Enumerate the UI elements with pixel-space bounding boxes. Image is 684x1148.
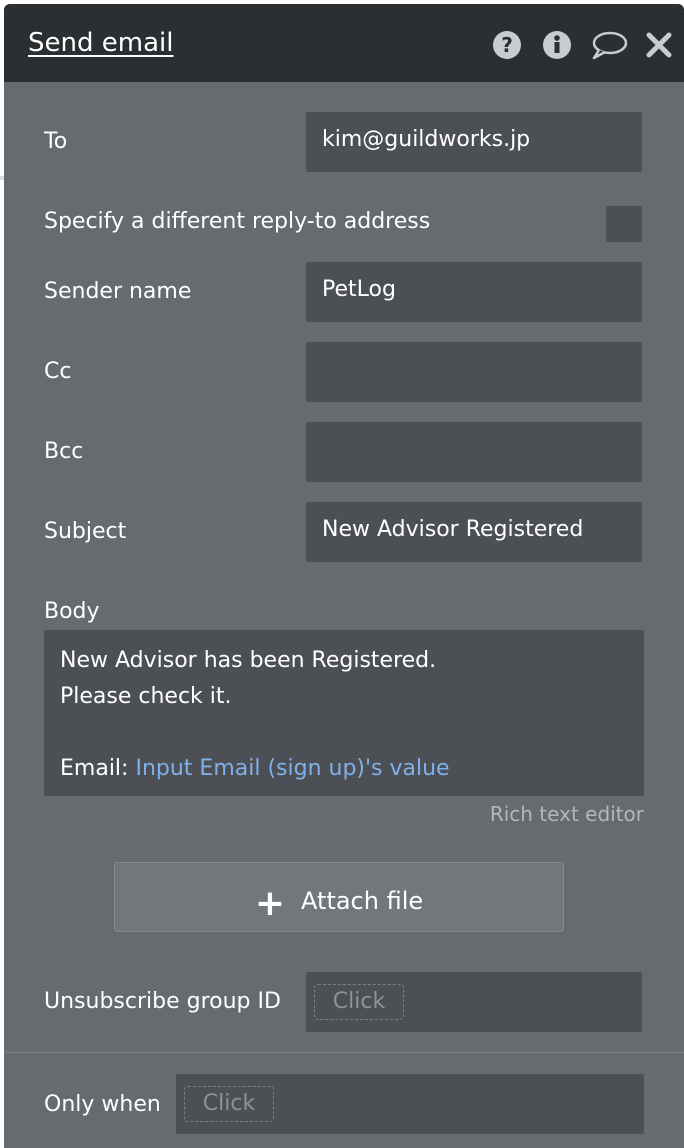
divider	[4, 1052, 684, 1053]
panel-header: Send email ?	[4, 4, 684, 82]
body-line-2: Please check it.	[60, 684, 232, 709]
sender-name-field[interactable]: PetLog	[306, 262, 642, 322]
subject-label: Subject	[44, 519, 127, 544]
info-icon[interactable]	[542, 30, 572, 60]
only-when-label: Only when	[44, 1092, 161, 1117]
subject-field[interactable]: New Advisor Registered	[306, 502, 642, 562]
rich-text-editor-label: Rich text editor	[489, 802, 644, 826]
dynamic-expression-email[interactable]: Input Email (sign up)'s value	[135, 756, 449, 781]
help-icon[interactable]: ?	[492, 30, 522, 60]
cc-field[interactable]	[306, 342, 642, 402]
body-label: Body	[44, 599, 100, 624]
plus-icon: +	[254, 883, 286, 924]
bcc-label: Bcc	[44, 439, 84, 464]
body-line-1: New Advisor has been Registered.	[60, 648, 437, 673]
to-label: To	[44, 129, 68, 154]
to-value: kim@guildworks.jp	[322, 127, 531, 152]
cc-label: Cc	[44, 359, 72, 384]
panel-title[interactable]: Send email	[28, 28, 173, 58]
body-email-prefix: Email:	[60, 756, 136, 781]
close-icon[interactable]	[646, 30, 672, 60]
unsubscribe-group-field[interactable]: Click	[306, 972, 642, 1032]
to-field[interactable]: kim@guildworks.jp	[306, 112, 642, 172]
sender-name-value: PetLog	[322, 277, 396, 302]
attach-file-button[interactable]: + Attach file	[114, 862, 564, 932]
subject-value: New Advisor Registered	[322, 517, 584, 542]
body-email-line: Email: Input Email (sign up)'s value	[60, 756, 450, 781]
only-when-click-placeholder[interactable]: Click	[184, 1086, 274, 1122]
svg-text:?: ?	[501, 33, 513, 57]
bcc-field[interactable]	[306, 422, 642, 482]
body-editor[interactable]: New Advisor has been Registered. Please …	[44, 630, 644, 796]
unsubscribe-click-placeholder[interactable]: Click	[314, 984, 404, 1020]
reply-to-checkbox[interactable]	[606, 206, 642, 242]
only-when-field[interactable]: Click	[176, 1074, 644, 1134]
comment-icon[interactable]	[590, 30, 628, 60]
unsubscribe-group-label: Unsubscribe group ID	[44, 989, 281, 1014]
attach-file-content: + Attach file	[115, 883, 563, 924]
send-email-panel: Send email ? To kim@guildworks.jp Specif…	[4, 4, 684, 1148]
attach-file-label: Attach file	[301, 887, 424, 915]
reply-to-label: Specify a different reply-to address	[44, 209, 431, 234]
sender-name-label: Sender name	[44, 279, 192, 304]
